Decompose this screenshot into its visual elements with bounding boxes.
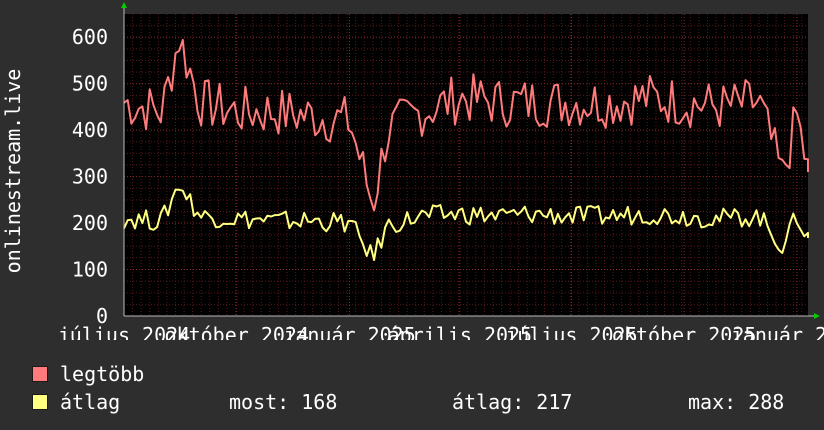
legend-label: legtöbb [60,362,145,386]
y-tick-label: 200 [72,211,108,235]
legend-swatch [32,394,48,410]
y-tick-label: 500 [72,72,108,96]
y-tick-label: 600 [72,25,108,49]
stat-max: max: 288 [688,390,785,414]
y-tick-label: 400 [72,118,108,142]
chart-widget: 0 100 200 300 400 500 600 július 2024 október 20… [0,0,824,430]
stat-current: most: 168 [229,390,338,414]
x-tick-label: január 2026 [731,323,824,340]
stat-average: átlag: 217 [452,390,573,414]
legend-item-atlag: átlag [32,391,120,413]
legend-label: átlag [60,390,121,414]
legend-item-legtobb: legtöbb [32,363,144,385]
y-axis-title: onlinestream.live [1,69,25,274]
y-axis-arrow-icon [121,2,127,8]
chart-canvas: 0100200300400500600július 2024október 20… [1,2,824,340]
y-tick-label: 100 [72,258,108,282]
x-axis-arrow-icon [814,313,820,319]
legend-swatch [32,366,48,382]
y-tick-label: 300 [72,165,108,189]
